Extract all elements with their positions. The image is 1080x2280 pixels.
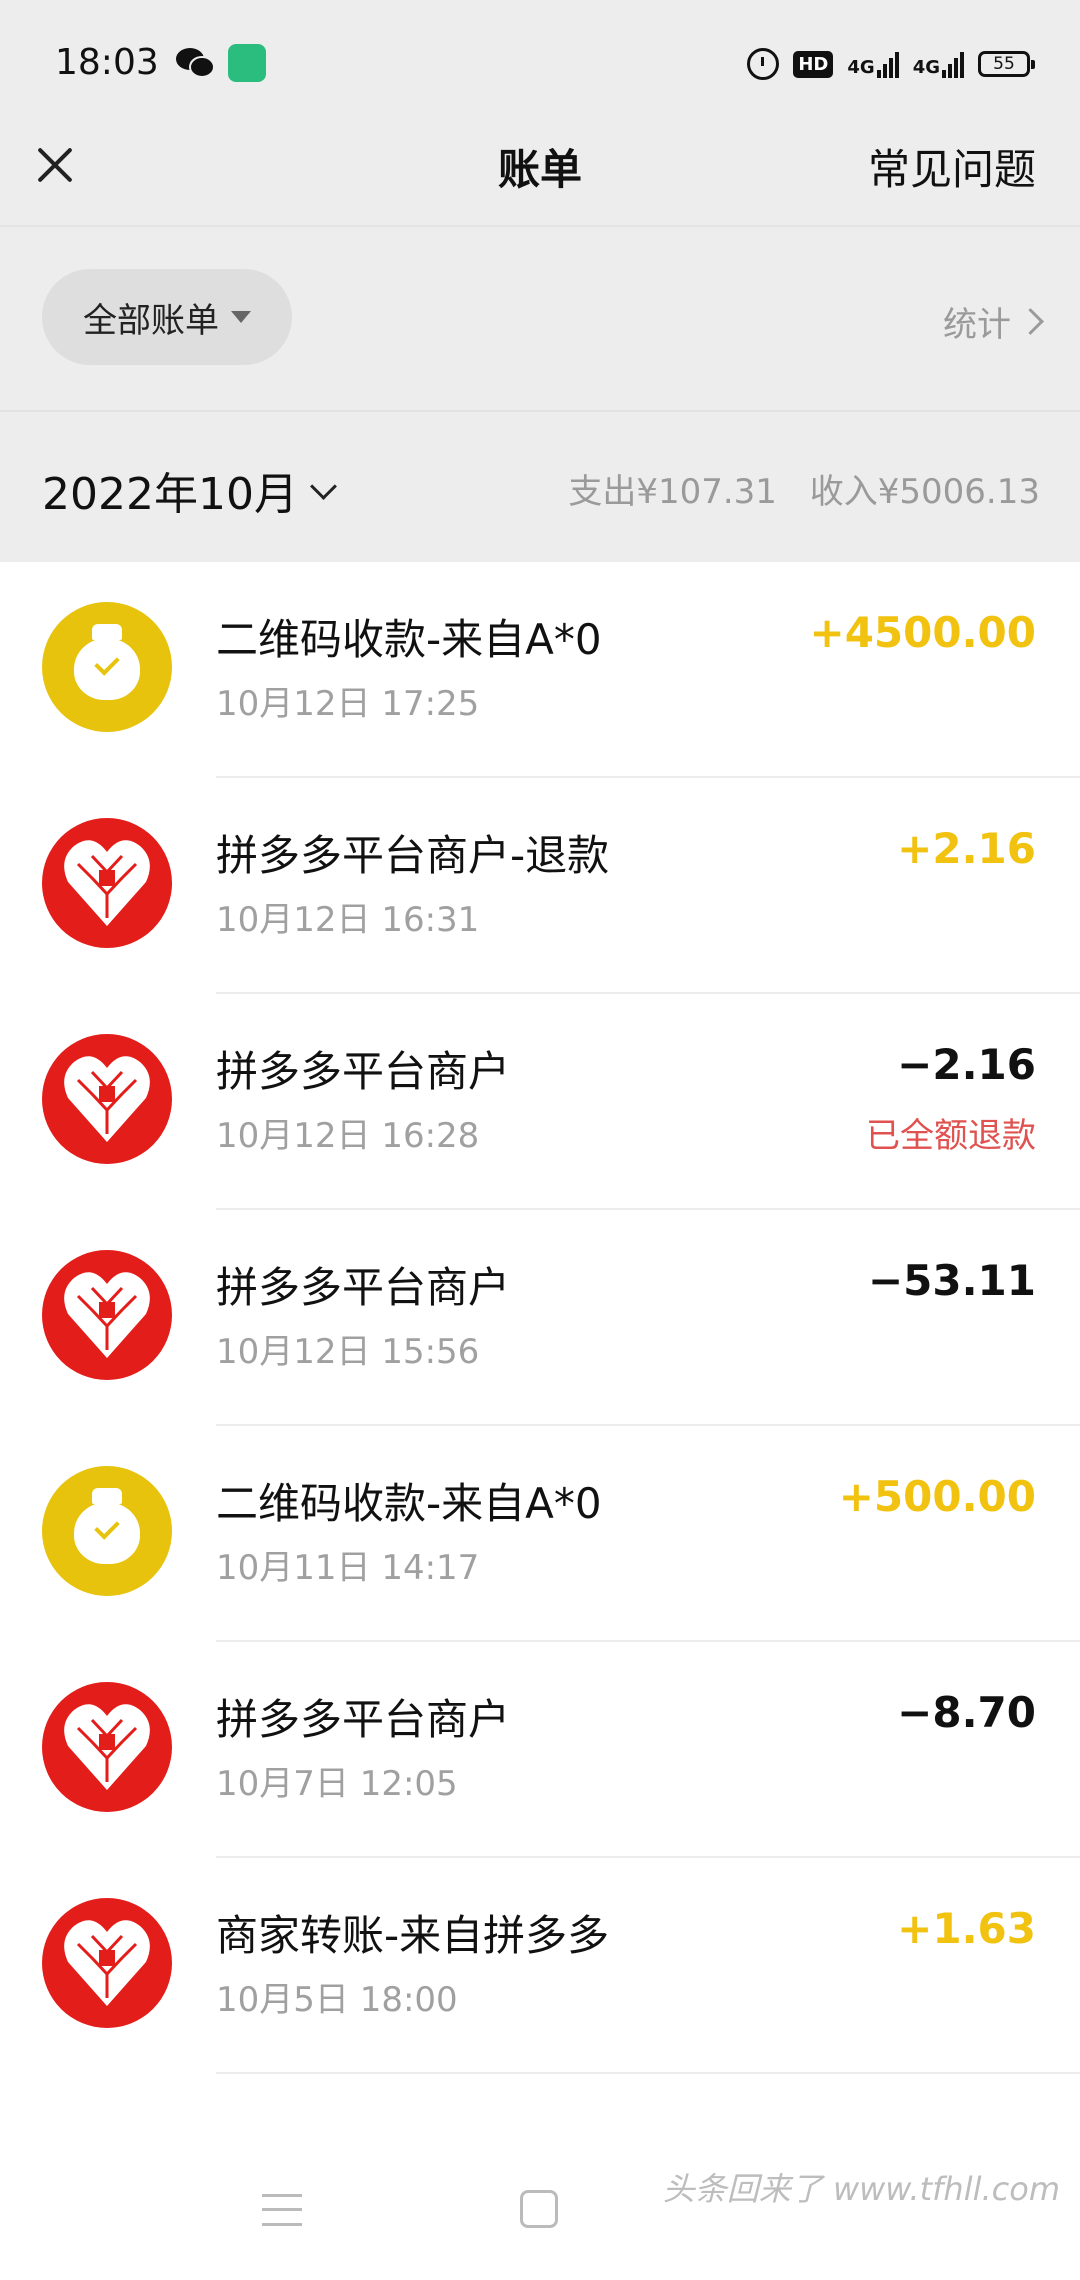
chevron-right-icon — [1017, 308, 1044, 335]
money-bag-icon — [74, 624, 140, 700]
transaction-row[interactable]: 二维码收款-来自A*0 10月11日 14:17 +500.00 — [0, 1426, 1080, 1642]
money-bag-avatar — [42, 1466, 172, 1596]
transaction-title: 拼多多平台商户 — [216, 1695, 511, 1744]
transaction-row[interactable]: 拼多多平台商户-退款 10月12日 16:31 +2.16 — [0, 778, 1080, 994]
transaction-row[interactable]: 二维码收款-来自A*0 10月12日 17:25 +4500.00 — [0, 562, 1080, 778]
hd-voice-icon: HD — [793, 50, 834, 78]
pinduoduo-avatar — [42, 1898, 172, 2028]
filter-label: 全部账单 — [83, 300, 219, 341]
transaction-time: 10月7日 12:05 — [216, 1764, 458, 1804]
transaction-time: 10月12日 16:28 — [216, 1116, 480, 1156]
month-header: 2022年10月 支出¥107.31 收入¥5006.13 — [0, 410, 1080, 562]
transaction-amount: +4500.00 — [809, 608, 1037, 657]
stats-label: 统计 — [943, 305, 1011, 345]
transaction-row[interactable]: 拼多多平台商户 10月12日 15:56 −53.11 — [0, 1210, 1080, 1426]
caret-down-icon — [231, 311, 251, 323]
transaction-title: 二维码收款-来自A*0 — [216, 1479, 602, 1528]
signal-icon-2: 4G — [913, 50, 964, 78]
transaction-amount: −2.16 — [897, 1040, 1036, 1089]
transaction-amount: +2.16 — [897, 824, 1036, 873]
refund-status: 已全额退款 — [866, 1116, 1036, 1156]
pinduoduo-heart-icon — [64, 1920, 150, 2006]
income-total: 收入¥5006.13 — [809, 472, 1040, 512]
pinduoduo-avatar — [42, 1034, 172, 1164]
transaction-row[interactable]: 拼多多平台商户 10月12日 16:28 −2.16 已全额退款 — [0, 994, 1080, 1210]
pinduoduo-avatar — [42, 818, 172, 948]
bill-filter-dropdown[interactable]: 全部账单 — [42, 269, 292, 365]
transaction-row[interactable]: 拼多多平台商户 10月7日 12:05 −8.70 — [0, 1642, 1080, 1858]
month-picker[interactable]: 2022年10月 — [42, 458, 337, 522]
alarm-icon — [747, 48, 780, 80]
transaction-title: 拼多多平台商户 — [216, 1047, 511, 1096]
expense-total: 支出¥107.31 — [568, 472, 777, 512]
transaction-time: 10月11日 14:17 — [216, 1548, 480, 1588]
network-type-2: 4G — [912, 57, 940, 78]
transaction-time: 10月12日 16:31 — [216, 900, 480, 940]
app-notification-icon — [228, 44, 266, 82]
transaction-title: 二维码收款-来自A*0 — [216, 615, 602, 664]
money-bag-icon — [74, 1488, 140, 1564]
filter-bar: 全部账单 统计 — [0, 225, 1080, 410]
stats-link[interactable]: 统计 — [943, 297, 1044, 346]
watermark: 头条回来了 www.tfhll.com — [662, 2170, 1060, 2208]
transaction-list: 二维码收款-来自A*0 10月12日 17:25 +4500.00 拼多多平台商户-退… — [0, 562, 1080, 2074]
system-nav-bar: 头条回来了 www.tfhll.com — [0, 2146, 1080, 2280]
pinduoduo-avatar — [42, 1682, 172, 1812]
signal-icon: 4G — [847, 50, 899, 78]
transaction-time: 10月12日 17:25 — [216, 684, 480, 724]
pinduoduo-heart-icon — [64, 1704, 150, 1790]
pinduoduo-heart-icon — [64, 1056, 150, 1142]
faq-link[interactable]: 常见问题 — [868, 136, 1036, 197]
pinduoduo-heart-icon — [64, 1272, 150, 1358]
transaction-amount: −8.70 — [897, 1688, 1036, 1737]
transaction-amount: −53.11 — [867, 1256, 1036, 1305]
battery-icon: 55 — [978, 51, 1035, 77]
transaction-time: 10月12日 15:56 — [216, 1332, 480, 1372]
money-bag-avatar — [42, 602, 172, 732]
transaction-amount: +500.00 — [838, 1472, 1036, 1521]
transaction-row[interactable]: 商家转账-来自拼多多 10月5日 18:00 +1.63 — [0, 1858, 1080, 2074]
pinduoduo-heart-icon — [64, 840, 150, 926]
menu-icon[interactable] — [262, 2194, 302, 2226]
month-label: 2022年10月 — [42, 469, 298, 520]
transaction-title: 拼多多平台商户 — [216, 1263, 511, 1312]
status-time: 18:03 — [55, 42, 159, 83]
nav-bar: 账单 常见问题 — [0, 130, 1080, 225]
wechat-icon — [176, 48, 215, 78]
network-type: 4G — [847, 57, 875, 78]
status-bar: 18:03 HD 4G 4G 55 — [0, 0, 1080, 130]
chevron-down-icon — [310, 472, 337, 500]
transaction-title: 拼多多平台商户-退款 — [216, 831, 610, 880]
divider — [216, 2072, 1080, 2074]
month-summary: 支出¥107.31 收入¥5006.13 — [546, 464, 1040, 513]
transaction-amount: +1.63 — [897, 1904, 1036, 1953]
transaction-title: 商家转账-来自拼多多 — [216, 1911, 610, 1960]
transaction-time: 10月5日 18:00 — [216, 1980, 458, 2020]
pinduoduo-avatar — [42, 1250, 172, 1380]
home-icon[interactable] — [520, 2190, 558, 2228]
